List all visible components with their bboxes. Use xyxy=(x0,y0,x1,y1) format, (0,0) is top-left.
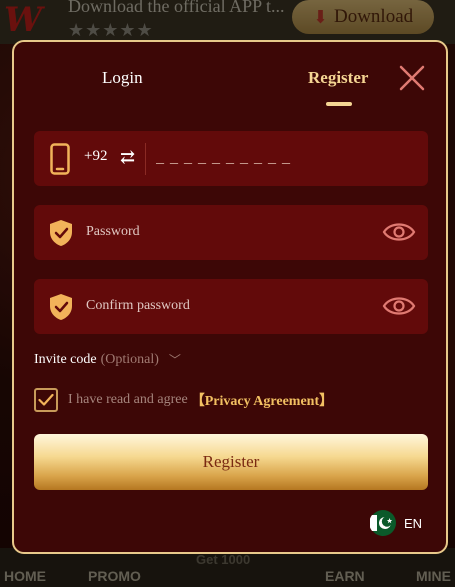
auth-modal: Login Register +92 ⇄ _ _ _ _ _ _ _ _ _ _… xyxy=(12,40,448,554)
pakistan-flag-icon xyxy=(370,510,396,536)
divider xyxy=(145,143,146,175)
shield-icon xyxy=(50,294,72,320)
close-button[interactable] xyxy=(398,64,426,92)
phone-field: +92 ⇄ xyxy=(34,131,428,186)
language-switch[interactable]: EN xyxy=(370,510,422,536)
phone-input[interactable] xyxy=(156,141,406,175)
active-tab-indicator xyxy=(326,102,352,106)
chevron-down-icon: ﹀ xyxy=(168,353,181,367)
confirm-password-input[interactable] xyxy=(86,290,366,322)
invite-code-label: Invite code xyxy=(34,351,97,367)
swap-country-icon[interactable]: ⇄ xyxy=(120,147,135,168)
register-button[interactable]: Register xyxy=(34,434,428,490)
tab-login[interactable]: Login xyxy=(102,68,143,88)
agreement-row: I have read and agree 【Privacy Agreement… xyxy=(34,388,333,412)
privacy-agreement-link[interactable]: 【Privacy Agreement】 xyxy=(191,390,333,410)
invite-code-toggle[interactable]: Invite code (Optional) ﹀ xyxy=(34,351,181,368)
language-label: EN xyxy=(404,515,423,531)
close-icon xyxy=(399,65,425,91)
password-field xyxy=(34,205,428,260)
invite-optional-label: (Optional) xyxy=(100,351,159,367)
shield-icon xyxy=(50,220,72,246)
password-input[interactable] xyxy=(86,216,366,248)
eye-icon[interactable] xyxy=(382,219,416,245)
agreement-text: I have read and agree xyxy=(68,392,188,407)
confirm-password-field xyxy=(34,279,428,334)
checkmark-icon xyxy=(38,393,54,406)
agreement-checkbox[interactable] xyxy=(34,388,58,412)
tab-register[interactable]: Register xyxy=(308,68,368,88)
eye-icon[interactable] xyxy=(382,293,416,319)
phone-icon xyxy=(50,143,70,175)
auth-tabs: Login Register xyxy=(14,42,446,112)
country-code[interactable]: +92 xyxy=(84,148,107,165)
